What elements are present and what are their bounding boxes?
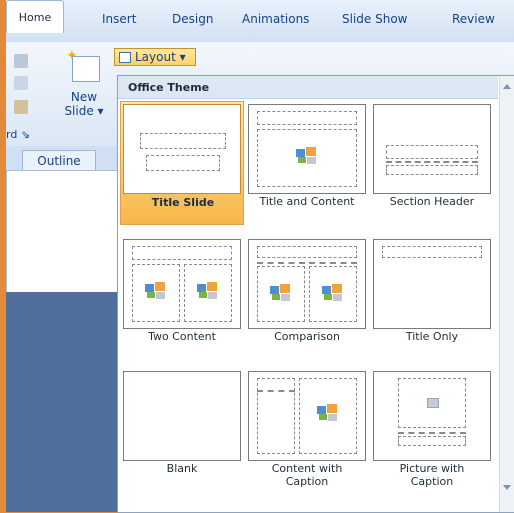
title-placeholder xyxy=(382,246,482,258)
layout-thumbnail xyxy=(123,239,241,329)
title-placeholder xyxy=(257,246,357,258)
cut-icon[interactable] xyxy=(14,54,28,68)
layout-title-only[interactable]: Title Only xyxy=(370,236,494,360)
tab-design[interactable]: Design xyxy=(172,12,213,26)
layout-content-with-caption[interactable]: Content with Caption xyxy=(245,368,369,492)
title-placeholder xyxy=(257,111,357,125)
layout-label: Blank xyxy=(166,462,198,475)
tab-home[interactable]: Home xyxy=(6,0,64,33)
text-line xyxy=(386,161,478,163)
gallery-header: Office Theme xyxy=(118,76,498,99)
layout-blank[interactable]: Blank xyxy=(120,368,244,492)
layout-label: Comparison xyxy=(274,330,340,343)
layout-thumbnail xyxy=(248,371,366,461)
ribbon-tab-bar: Home Insert Design Animations Slide Show… xyxy=(6,0,514,43)
picture-placeholder-icon xyxy=(317,404,339,422)
format-painter-icon[interactable] xyxy=(14,100,28,114)
tab-slide-show[interactable]: Slide Show xyxy=(342,12,407,26)
layout-thumbnail xyxy=(373,104,491,194)
text-placeholder xyxy=(386,165,478,175)
tab-insert[interactable]: Insert xyxy=(102,12,136,26)
tab-animations[interactable]: Animations xyxy=(242,12,309,26)
picture-placeholder-icon xyxy=(322,284,344,302)
picture-placeholder-icon xyxy=(145,282,167,300)
layout-thumbnail xyxy=(123,104,241,194)
new-slide-button[interactable]: ✦ New Slide ▾ xyxy=(58,48,110,128)
title-placeholder xyxy=(386,145,478,159)
right-heading-line xyxy=(309,262,357,264)
picture-placeholder-icon xyxy=(427,398,439,408)
outline-tab[interactable]: Outline xyxy=(22,150,96,171)
picture-placeholder-icon xyxy=(296,147,318,165)
scroll-down-icon[interactable] xyxy=(503,485,511,490)
layout-thumbnail xyxy=(373,239,491,329)
layout-title-and-content[interactable]: Title and Content xyxy=(245,101,369,225)
layout-thumbnail xyxy=(123,371,241,461)
layout-thumbnail xyxy=(248,104,366,194)
copy-icon[interactable] xyxy=(14,76,28,90)
layout-label: Section Header xyxy=(389,195,475,208)
layout-label: Two Content xyxy=(148,330,216,343)
title-placeholder xyxy=(132,246,232,260)
new-slide-label: New Slide ▾ xyxy=(64,90,104,118)
layout-gallery: Office Theme Title Slide Title and Conte… xyxy=(117,75,514,513)
layout-icon xyxy=(119,51,131,63)
work-area xyxy=(6,292,118,512)
clipboard-group-label[interactable]: rd ⇘ xyxy=(6,128,30,141)
layout-thumbnail xyxy=(248,239,366,329)
layout-comparison[interactable]: Comparison xyxy=(245,236,369,360)
caption-title-line xyxy=(257,390,295,392)
layout-label: Title and Content xyxy=(259,195,355,208)
slide-icon xyxy=(72,56,100,82)
layout-title-slide[interactable]: Title Slide xyxy=(120,101,244,225)
caption-text-placeholder xyxy=(398,436,466,446)
layout-button[interactable]: Layout ▾ xyxy=(114,48,196,66)
layout-two-content[interactable]: Two Content xyxy=(120,236,244,360)
left-heading-line xyxy=(257,262,305,264)
tab-review[interactable]: Review xyxy=(452,12,495,26)
gallery-scrollbar[interactable] xyxy=(499,76,514,512)
subtitle-placeholder xyxy=(146,155,220,171)
layout-picture-with-caption[interactable]: Picture with Caption xyxy=(370,368,494,492)
picture-placeholder-icon xyxy=(270,284,292,302)
slide-pane[interactable] xyxy=(6,170,120,294)
caption-title-line xyxy=(398,432,466,434)
gallery-title: Office Theme xyxy=(128,81,210,94)
picture-placeholder-icon xyxy=(197,282,219,300)
layout-section-header[interactable]: Section Header xyxy=(370,101,494,225)
layout-label: Content with Caption xyxy=(271,462,343,488)
layout-label: Title Only xyxy=(405,330,459,343)
scroll-up-icon[interactable] xyxy=(503,84,511,89)
layout-thumbnail xyxy=(373,371,491,461)
layout-label: Picture with Caption xyxy=(399,462,465,488)
layout-label: Title Slide xyxy=(151,196,215,209)
title-placeholder xyxy=(140,133,226,149)
